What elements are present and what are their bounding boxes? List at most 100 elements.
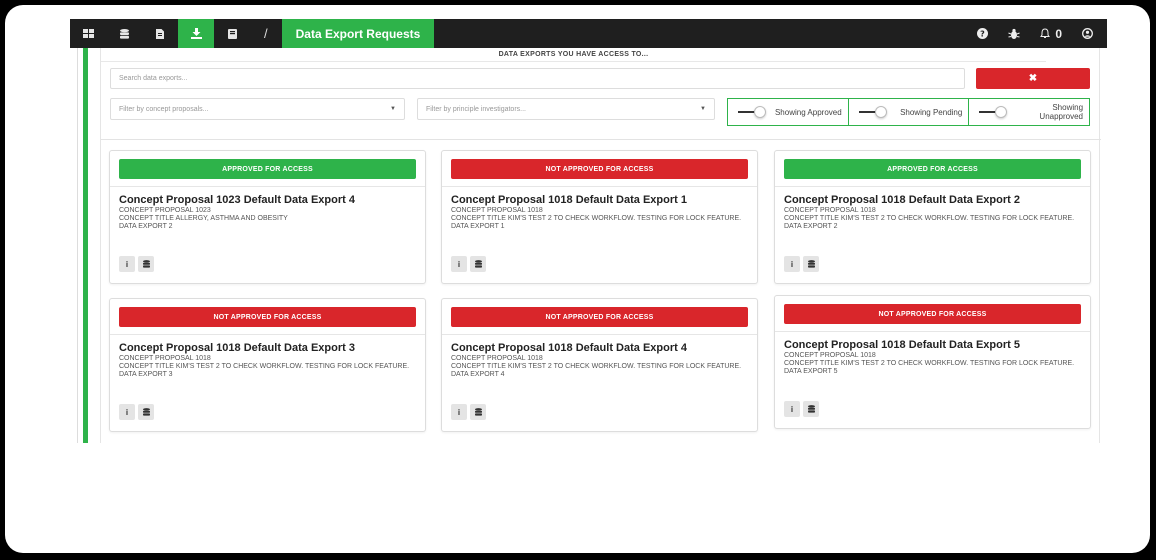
toggle-unapproved[interactable]: Showing Unapproved [969,99,1089,125]
concept-title: CONCEPT TITLE KIM'S TEST 2 TO CHECK WORK… [451,363,742,370]
toggle-switch[interactable] [858,106,889,118]
notifications-count: 0 [1055,26,1062,41]
user-circle-icon [1082,28,1093,39]
data-export-label: DATA EXPORT 1 [451,223,505,230]
concept-proposal: CONCEPT PROPOSAL 1018 [451,355,543,362]
access-status-badge: NOT APPROVED FOR ACCESS [451,307,748,327]
user-menu-button[interactable] [1082,28,1093,39]
access-status-badge: APPROVED FOR ACCESS [119,159,416,179]
view-data-button[interactable] [803,256,819,272]
sidebar-accent [83,48,88,443]
data-export-card: APPROVED FOR ACCESS Concept Proposal 101… [774,150,1091,284]
concept-proposal: CONCEPT PROPOSAL 1018 [784,207,876,214]
toggle-approved[interactable]: Showing Approved [728,99,849,125]
toggle-pending[interactable]: Showing Pending [849,99,970,125]
status-toggle-group: Showing Approved Showing Pending Showing… [727,98,1090,126]
data-export-card: NOT APPROVED FOR ACCESS Concept Proposal… [441,150,758,284]
section-heading: DATA EXPORTS YOU HAVE ACCESS TO... [101,51,1046,62]
close-icon: ✖ [1028,73,1038,84]
database-icon [142,260,150,268]
info-button[interactable]: i [119,404,135,420]
data-export-label: DATA EXPORT 2 [119,223,173,230]
info-button[interactable]: i [784,401,800,417]
card-title: Concept Proposal 1018 Default Data Expor… [784,194,1020,206]
toggle-switch[interactable] [738,106,768,118]
toggle-switch[interactable] [979,106,1009,118]
breadcrumb-separator: / [264,26,268,41]
main-content: DATA EXPORTS YOU HAVE ACCESS TO... Searc… [100,48,1101,443]
search-placeholder: Search data exports... [119,75,188,82]
svg-text:?: ? [980,29,985,38]
toggle-unapproved-label: Showing Unapproved [1039,103,1084,121]
data-export-label: DATA EXPORT 4 [451,371,505,378]
database-icon [474,408,482,416]
nav-dashboard-button[interactable] [70,19,106,48]
info-button[interactable]: i [451,404,467,420]
filter-panel: DATA EXPORTS YOU HAVE ACCESS TO... Searc… [101,48,1101,140]
view-data-button[interactable] [138,404,154,420]
database-icon [119,28,129,39]
concept-title: CONCEPT TITLE KIM'S TEST 2 TO CHECK WORK… [119,363,410,370]
top-nav: / Data Export Requests ? 0 [70,19,1107,48]
database-icon [807,260,815,268]
report-bug-button[interactable] [1008,28,1020,40]
info-icon: i [457,407,461,417]
help-button[interactable]: ? [977,28,989,39]
concept-proposal-filter[interactable]: Filter by concept proposals... ▼ [110,98,405,120]
nav-database-button[interactable] [106,19,142,48]
data-export-card: NOT APPROVED FOR ACCESS Concept Proposal… [774,295,1091,429]
view-data-button[interactable] [803,401,819,417]
database-icon [807,405,815,413]
card-title: Concept Proposal 1018 Default Data Expor… [119,342,355,354]
access-status-badge: NOT APPROVED FOR ACCESS [119,307,416,327]
info-button[interactable]: i [451,256,467,272]
chevron-down-icon: ▼ [390,106,396,112]
info-button[interactable]: i [784,256,800,272]
nav-book-button[interactable] [214,19,250,48]
investigator-filter[interactable]: Filter by principle investigators... ▼ [417,98,715,120]
page-title[interactable]: Data Export Requests [281,19,435,48]
concept-title: CONCEPT TITLE KIM'S TEST 2 TO CHECK WORK… [784,215,1075,222]
file-icon [156,28,164,39]
card-title: Concept Proposal 1018 Default Data Expor… [451,194,687,206]
view-data-button[interactable] [470,256,486,272]
toggle-approved-label: Showing Approved [774,107,842,117]
view-data-button[interactable] [138,256,154,272]
download-icon [190,28,202,39]
info-icon: i [790,404,794,414]
concept-title: CONCEPT TITLE KIM'S TEST 2 TO CHECK WORK… [784,360,1075,367]
book-icon [227,28,237,39]
data-export-card: APPROVED FOR ACCESS Concept Proposal 102… [109,150,426,284]
clear-filters-button[interactable]: ✖ [976,68,1090,89]
info-button[interactable]: i [119,256,135,272]
search-input[interactable]: Search data exports... [110,68,965,89]
data-export-label: DATA EXPORT 3 [119,371,173,378]
access-status-badge: NOT APPROVED FOR ACCESS [784,304,1081,324]
concept-proposal: CONCEPT PROPOSAL 1018 [784,352,876,359]
info-icon: i [125,259,129,269]
database-icon [142,408,150,416]
card-title: Concept Proposal 1023 Default Data Expor… [119,194,355,206]
data-export-card: NOT APPROVED FOR ACCESS Concept Proposal… [109,298,426,432]
chevron-down-icon: ▼ [700,106,706,112]
data-export-card: NOT APPROVED FOR ACCESS Concept Proposal… [441,298,758,432]
card-title: Concept Proposal 1018 Default Data Expor… [784,339,1020,351]
data-export-label: DATA EXPORT 2 [784,223,838,230]
view-data-button[interactable] [470,404,486,420]
concept-title: CONCEPT TITLE ALLERGY, ASTHMA AND OBESIT… [119,215,288,222]
data-export-label: DATA EXPORT 5 [784,368,838,375]
grid-icon [82,29,94,38]
question-circle-icon: ? [977,28,989,39]
nav-download-button[interactable] [178,19,214,48]
concept-proposal: CONCEPT PROPOSAL 1018 [119,355,211,362]
concept-filter-placeholder: Filter by concept proposals... [119,105,209,113]
card-title: Concept Proposal 1018 Default Data Expor… [451,342,687,354]
info-icon: i [790,259,794,269]
concept-proposal: CONCEPT PROPOSAL 1018 [451,207,543,214]
notifications-button[interactable]: 0 [1040,27,1062,41]
bell-icon [1040,28,1051,38]
info-icon: i [125,407,129,417]
nav-file-button[interactable] [142,19,178,48]
data-export-card-grid: APPROVED FOR ACCESS Concept Proposal 102… [101,140,1101,443]
concept-title: CONCEPT TITLE KIM'S TEST 2 TO CHECK WORK… [451,215,742,222]
